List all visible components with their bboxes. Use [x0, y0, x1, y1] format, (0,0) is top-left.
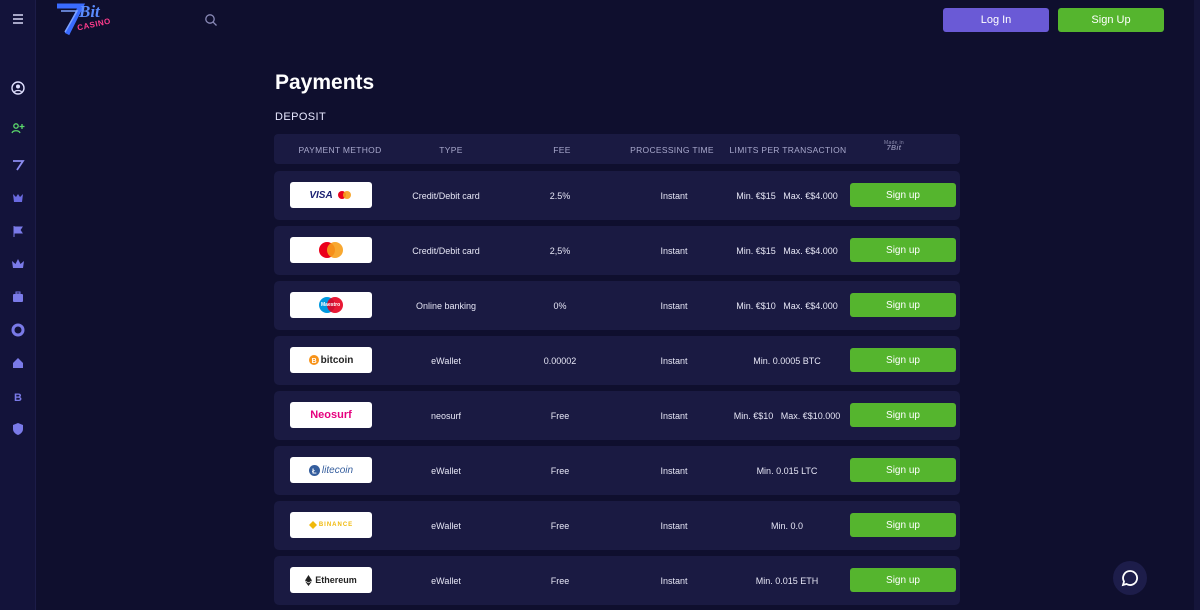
transaction-limits: Min. 0.0 [770, 520, 803, 531]
transaction-limits: Min. €$10 Max. €$4.000 [736, 300, 838, 311]
processing-time: Instant [660, 190, 688, 201]
row-signup-button[interactable]: Sign up [850, 238, 956, 262]
processing-time: Instant [660, 300, 688, 311]
table-row: Credit/Debit card 2,5% Instant Min. €$15… [274, 226, 960, 275]
payment-type: eWallet [431, 355, 461, 366]
ethereum-logo: Ethereum [290, 567, 372, 593]
header-limits: LIMITS PER TRANSACTION [729, 145, 847, 155]
briefcase-icon[interactable] [10, 289, 26, 305]
payment-fee: Free [550, 520, 570, 531]
transaction-limits: Min. 0.015 LTC [756, 465, 818, 476]
payment-type: neosurf [430, 410, 462, 421]
table-header: PAYMENT METHOD TYPE FEE PROCESSING TIME … [274, 134, 960, 164]
payment-fee: Free [550, 575, 570, 586]
table-row: Maestro Online banking 0% Instant Min. €… [274, 281, 960, 330]
transaction-limits: Min. 0.015 ETH [755, 575, 819, 586]
row-signup-button[interactable]: Sign up [850, 348, 956, 372]
litecoin-logo: Ł litecoin [290, 457, 372, 483]
tournament-icon[interactable] [10, 190, 26, 206]
payment-fee: 0% [553, 300, 567, 311]
table-row: VISA Credit/Debit card 2.5% Instant Min.… [274, 171, 960, 220]
table-row: BINANCE eWallet Free Instant Min. 0.0 Si… [274, 501, 960, 550]
svg-text:Ł: Ł [312, 466, 317, 475]
section-title: DEPOSIT [275, 111, 327, 123]
table-row: Neosurf neosurf Free Instant Min. €$10 M… [274, 391, 960, 440]
processing-time: Instant [660, 355, 688, 366]
signup-button[interactable]: Sign Up [1058, 8, 1164, 32]
search-icon[interactable] [204, 13, 218, 27]
crown-icon[interactable] [10, 256, 26, 272]
home-icon[interactable] [10, 355, 26, 371]
payment-fee: Free [550, 465, 570, 476]
visa-mastercard-logo: VISA [290, 182, 372, 208]
flag-icon[interactable] [10, 223, 26, 239]
transaction-limits: Min. €$15 Max. €$4.000 [736, 245, 838, 256]
row-signup-button[interactable]: Sign up [850, 403, 956, 427]
logo[interactable]: Bit CASINO [55, 0, 117, 40]
processing-time: Instant [660, 410, 688, 421]
payment-type: Credit/Debit card [412, 245, 480, 256]
profile-icon[interactable] [10, 80, 26, 96]
header-processing-time: PROCESSING TIME [630, 145, 714, 155]
row-signup-button[interactable]: Sign up [850, 183, 956, 207]
row-signup-button[interactable]: Sign up [850, 568, 956, 592]
table-row: Ł litecoin eWallet Free Instant Min. 0.0… [274, 446, 960, 495]
lifebuoy-icon[interactable] [10, 322, 26, 338]
payment-type: Credit/Debit card [412, 190, 480, 201]
add-user-icon[interactable] [10, 120, 26, 136]
7bit-icon[interactable] [10, 157, 26, 173]
row-signup-button[interactable]: Sign up [850, 513, 956, 537]
transaction-limits: Min. 0.0005 BTC [753, 355, 821, 366]
transaction-limits: Min. €$15 Max. €$4.000 [736, 190, 838, 201]
bitcoin-logo: B bitcoin [290, 347, 372, 373]
svg-text:B: B [14, 392, 22, 403]
payment-fee: Free [550, 410, 570, 421]
chat-icon[interactable] [1113, 561, 1147, 595]
header-fee: FEE [553, 145, 571, 155]
payment-type: eWallet [431, 465, 461, 476]
row-signup-button[interactable]: Sign up [850, 293, 956, 317]
login-button[interactable]: Log In [943, 8, 1049, 32]
payment-fee: 0.00002 [543, 355, 577, 366]
page-title: Payments [275, 71, 375, 94]
processing-time: Instant [660, 245, 688, 256]
processing-time: Instant [660, 575, 688, 586]
processing-time: Instant [660, 520, 688, 531]
transaction-limits: Min. €$10 Max. €$10.000 [733, 410, 841, 421]
shield-icon[interactable] [10, 421, 26, 437]
made-in-7bit-badge: Made in 7Bit [884, 140, 904, 152]
payment-type: eWallet [431, 575, 461, 586]
processing-time: Instant [660, 465, 688, 476]
sidebar: B [0, 0, 36, 610]
row-signup-button[interactable]: Sign up [850, 458, 956, 482]
binance-logo: BINANCE [290, 512, 372, 538]
header-type: TYPE [439, 145, 463, 155]
payment-fee: 2,5% [549, 245, 571, 256]
maestro-logo: Maestro [290, 292, 372, 318]
payment-fee: 2.5% [549, 190, 571, 201]
bitcoin-icon[interactable]: B [10, 388, 26, 404]
header-payment-method: PAYMENT METHOD [298, 145, 382, 155]
mastercard-logo [290, 237, 372, 263]
scrollbar[interactable] [1194, 0, 1200, 610]
table-row: B bitcoin eWallet 0.00002 Instant Min. 0… [274, 336, 960, 385]
menu-icon[interactable] [10, 11, 26, 27]
payment-type: eWallet [431, 520, 461, 531]
payment-type: Online banking [415, 300, 477, 311]
svg-text:B: B [311, 358, 316, 365]
table-row: Ethereum eWallet Free Instant Min. 0.015… [274, 556, 960, 605]
neosurf-logo: Neosurf [290, 402, 372, 428]
